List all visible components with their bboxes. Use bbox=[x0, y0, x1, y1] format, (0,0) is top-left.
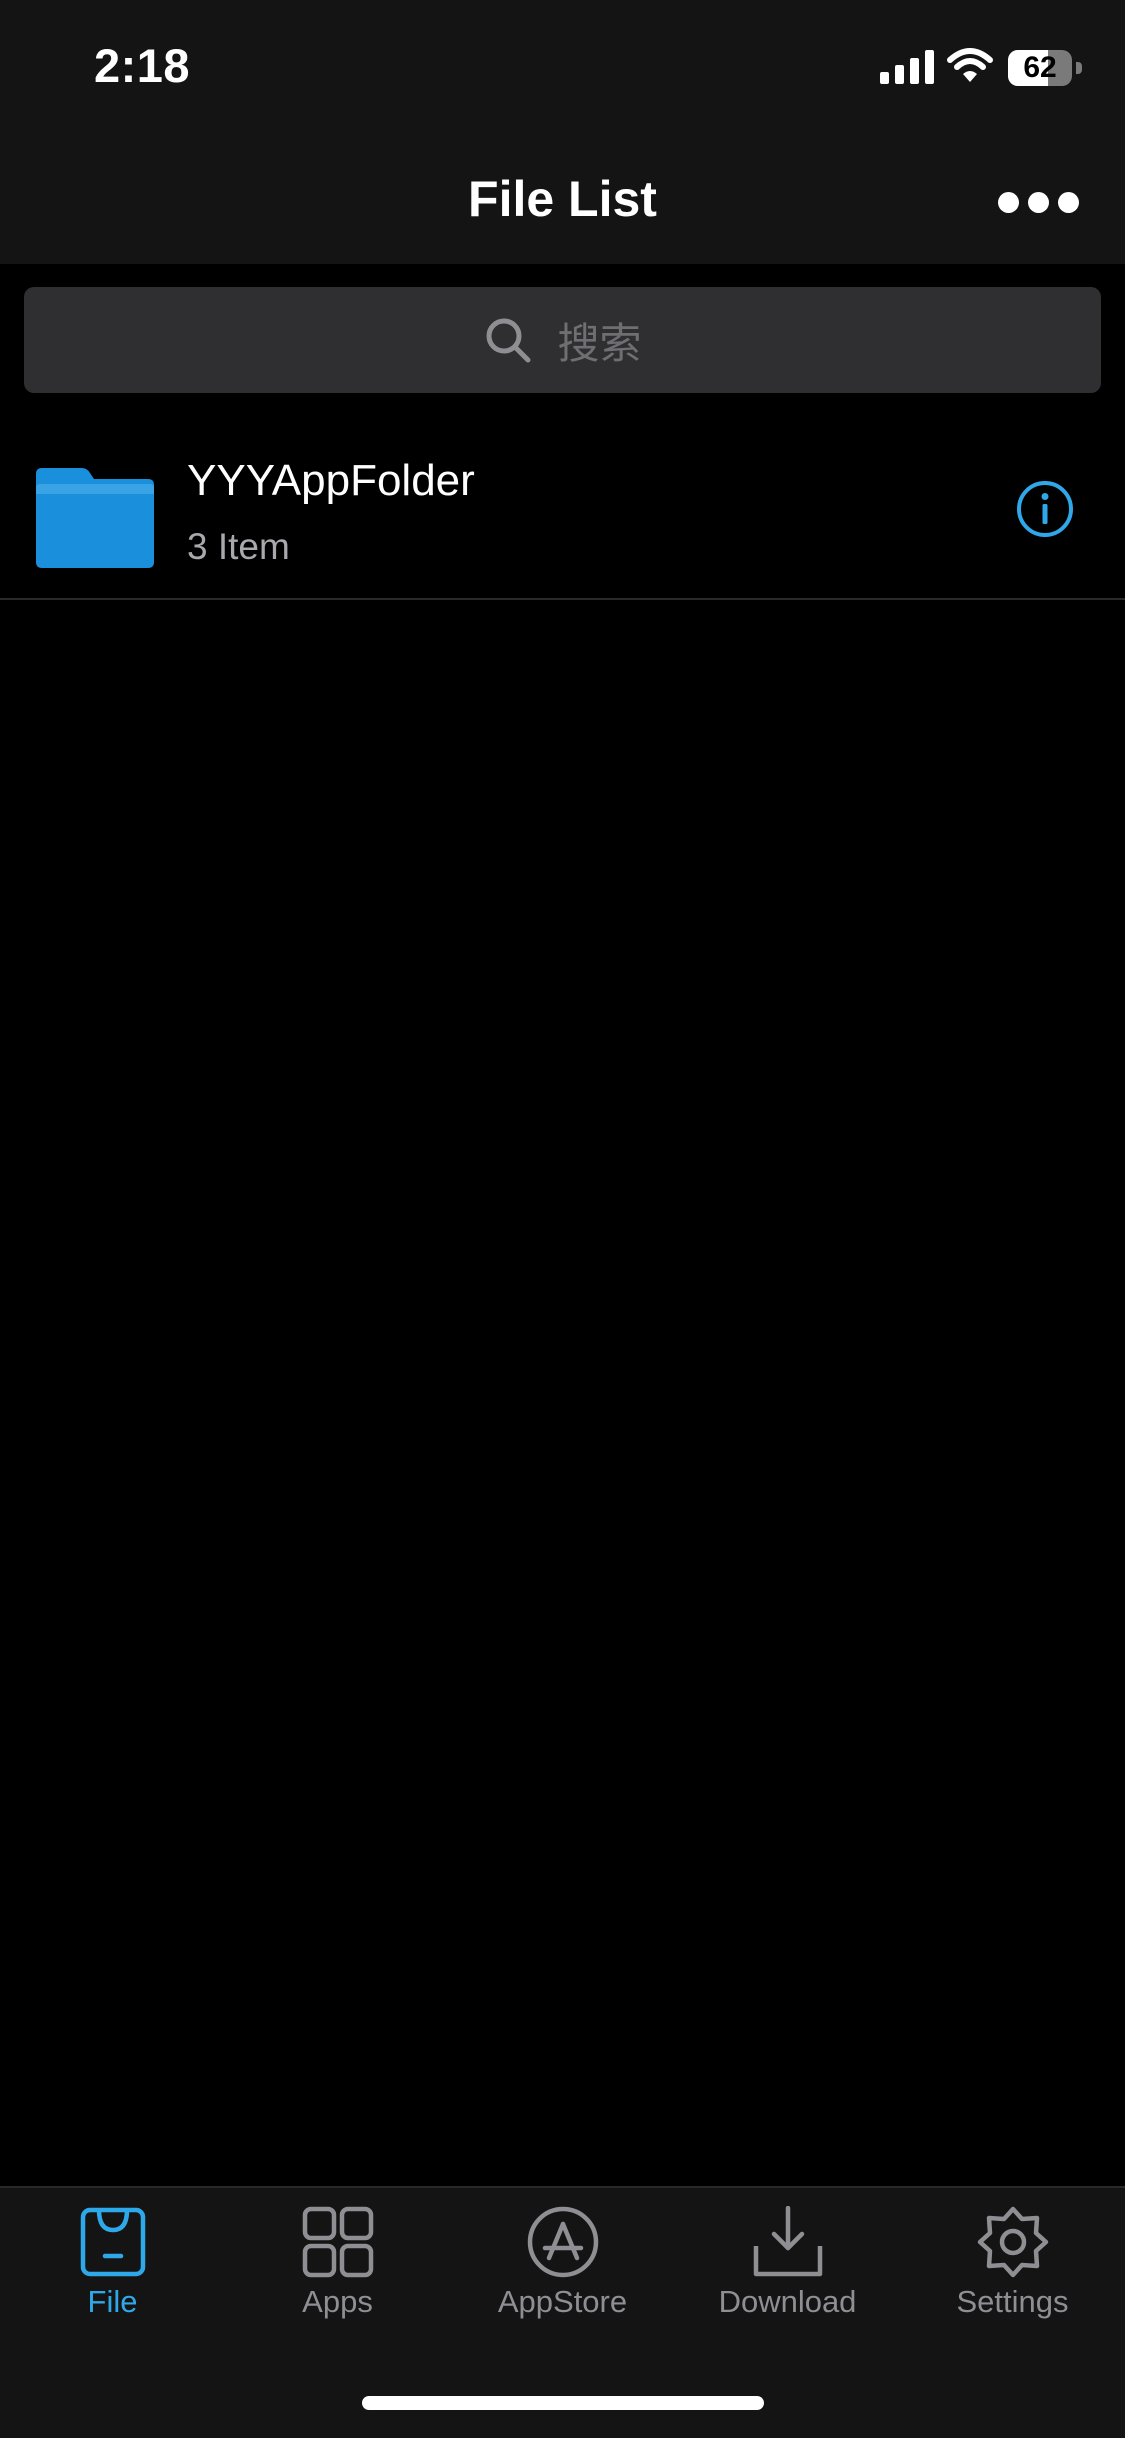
tab-apps-label: Apps bbox=[302, 2284, 373, 2319]
tab-appstore-label: AppStore bbox=[497, 2284, 628, 2319]
settings-gear-icon bbox=[977, 2206, 1048, 2278]
battery-level: 62 bbox=[1023, 51, 1057, 84]
tab-settings[interactable]: Settings bbox=[900, 2206, 1125, 2366]
page-title: File List bbox=[468, 171, 657, 227]
appstore-icon bbox=[527, 2206, 598, 2278]
home-indicator[interactable] bbox=[362, 2396, 764, 2410]
more-horizontal-icon bbox=[1057, 191, 1079, 213]
tab-download[interactable]: Download bbox=[675, 2206, 900, 2366]
more-horizontal-icon bbox=[1027, 191, 1049, 213]
cellular-signal-icon bbox=[880, 50, 934, 84]
apps-grid-icon bbox=[302, 2206, 373, 2278]
navigation-bar: File List bbox=[0, 140, 1125, 264]
search-icon bbox=[486, 318, 531, 363]
tab-appstore[interactable]: AppStore bbox=[450, 2206, 675, 2366]
file-bag-icon bbox=[80, 2207, 145, 2277]
search-placeholder: 搜索 bbox=[557, 318, 642, 368]
tab-download-label: Download bbox=[718, 2284, 857, 2319]
search-input[interactable]: 搜索 bbox=[24, 287, 1101, 393]
file-list-item[interactable]: YYYAppFolder 3 Item bbox=[0, 420, 1125, 600]
folder-icon bbox=[36, 468, 154, 568]
tab-file-label: File bbox=[87, 2284, 138, 2319]
file-name: YYYAppFolder bbox=[187, 456, 475, 505]
battery-cap bbox=[1076, 62, 1082, 74]
wifi-icon bbox=[947, 48, 993, 82]
battery-icon: 62 bbox=[1008, 50, 1072, 86]
download-icon bbox=[753, 2206, 822, 2277]
search-area: 搜索 bbox=[0, 264, 1125, 408]
file-item-count: 3 Item bbox=[187, 526, 290, 567]
tab-file[interactable]: File bbox=[0, 2206, 225, 2366]
tab-apps[interactable]: Apps bbox=[225, 2206, 450, 2366]
more-options-button[interactable] bbox=[990, 172, 1086, 232]
status-bar: 2:18 62 bbox=[0, 0, 1125, 140]
status-time: 2:18 bbox=[94, 39, 191, 92]
more-horizontal-icon bbox=[997, 191, 1019, 213]
info-icon[interactable] bbox=[1016, 480, 1074, 538]
battery-indicator: 62 bbox=[1008, 50, 1082, 86]
tab-settings-label: Settings bbox=[956, 2284, 1069, 2319]
